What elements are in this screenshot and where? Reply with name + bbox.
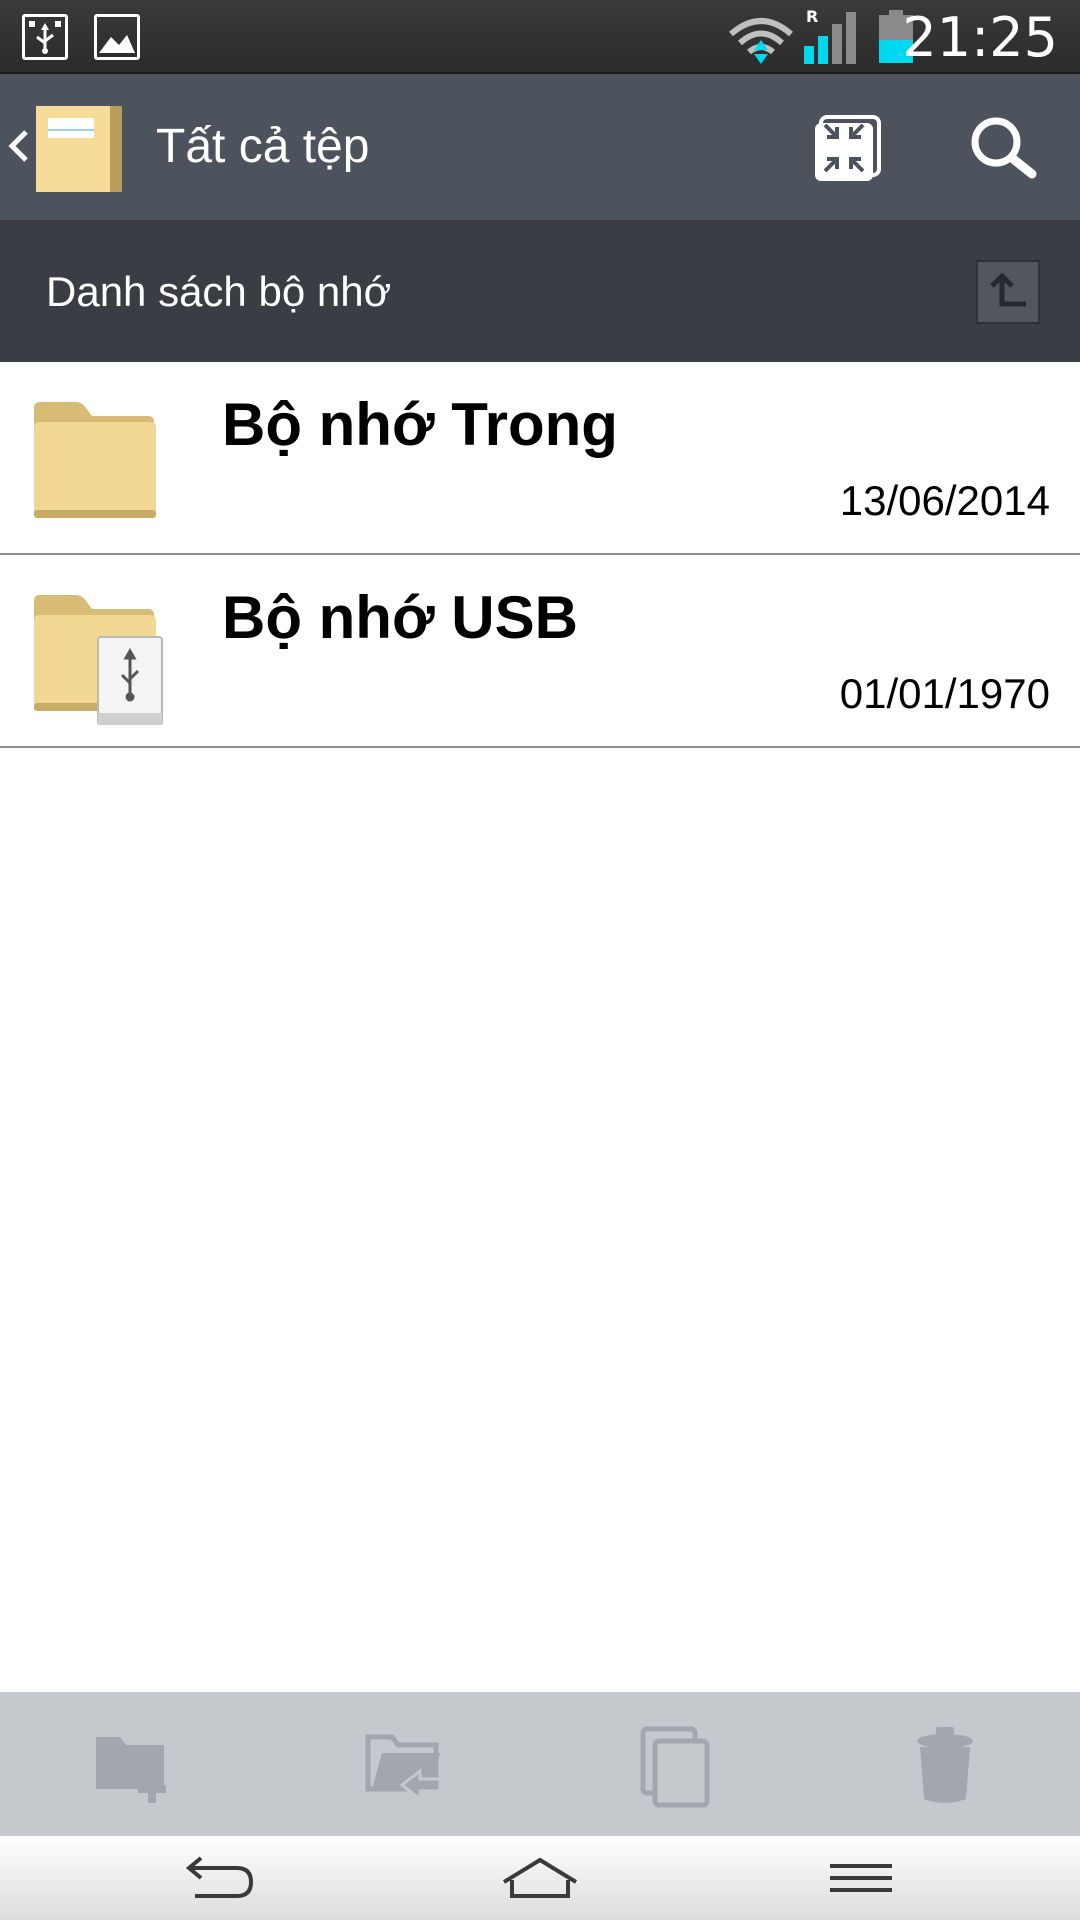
file-manager-app-icon[interactable]: [36, 102, 126, 192]
home-icon: [502, 1857, 578, 1898]
delete-button[interactable]: [900, 1722, 990, 1812]
nav-home-button[interactable]: [495, 1850, 585, 1906]
usb-folder-icon: [34, 595, 163, 725]
copy-button[interactable]: [630, 1722, 720, 1812]
storage-date: 01/01/1970: [839, 670, 1050, 717]
collapse-view-button[interactable]: [810, 110, 886, 186]
search-icon: [971, 117, 1037, 179]
up-folder-button[interactable]: [976, 260, 1040, 324]
search-button[interactable]: [964, 110, 1040, 186]
collapse-view-icon: [815, 115, 881, 181]
copy-icon: [640, 1726, 710, 1808]
page-title: Tất cả tệp: [156, 120, 370, 173]
storage-name: Bộ nhớ Trong: [222, 391, 618, 458]
storage-date: 13/06/2014: [839, 477, 1050, 524]
move-button[interactable]: [362, 1722, 452, 1812]
action-bar: Tất cả tệp: [0, 74, 1080, 220]
storage-name: Bộ nhớ USB: [222, 584, 578, 651]
delete-icon: [917, 1727, 973, 1803]
signal-icon: R: [804, 8, 856, 64]
new-folder-button[interactable]: [90, 1722, 180, 1812]
status-bar: R 21:25: [0, 0, 1080, 74]
gallery-icon: [94, 14, 140, 60]
new-folder-icon: [96, 1737, 166, 1803]
menu-icon: [830, 1864, 892, 1892]
storage-list: Bộ nhớ Trong 13/06/2014 Bộ nhớ USB 01/01…: [0, 362, 1080, 748]
bottom-toolbar: [0, 1692, 1080, 1836]
nav-menu-button[interactable]: [816, 1850, 906, 1906]
usb-connected-icon: [22, 14, 68, 60]
storage-list-label: Danh sách bộ nhớ: [46, 268, 392, 315]
system-nav-bar: [0, 1836, 1080, 1920]
up-folder-icon: [990, 272, 1026, 307]
folder-icon: [34, 402, 156, 518]
back-icon: [185, 1856, 254, 1898]
wifi-icon: [729, 18, 793, 64]
storage-list-header: Danh sách bộ nhớ: [0, 220, 1080, 362]
roaming-indicator: R: [806, 8, 818, 26]
list-item-usb-storage[interactable]: Bộ nhớ USB 01/01/1970: [0, 555, 1080, 748]
move-icon: [365, 1734, 442, 1803]
list-item-internal-storage[interactable]: Bộ nhớ Trong 13/06/2014: [0, 362, 1080, 555]
clock: 21:25: [902, 6, 1058, 69]
back-chevron-icon[interactable]: [6, 126, 32, 166]
nav-back-button[interactable]: [174, 1850, 264, 1906]
